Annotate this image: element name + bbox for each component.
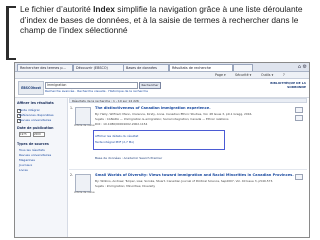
thumbnail-label: Article de revue xyxy=(74,124,95,127)
refine-sidebar: Affiner les résultats Texte intégral Réf… xyxy=(15,98,68,237)
browser-tab[interactable] xyxy=(233,64,253,71)
source-item[interactable]: Tous les résultats xyxy=(19,148,45,152)
result-item: 2. Article de revue Small Worlds of Dive… xyxy=(69,172,307,236)
source-item[interactable]: Livres xyxy=(19,168,28,172)
print-icon[interactable] xyxy=(295,115,303,121)
result-meta: By: Helly, Wilfried; Mann, Clarence, Kir… xyxy=(95,112,253,116)
result-subjects: Sujets : CANADA — Immigration & emigrati… xyxy=(95,117,229,121)
toolbar-help-icon[interactable]: ? xyxy=(283,73,285,77)
result-tools xyxy=(295,174,303,182)
sidebar-item-full-text[interactable]: Texte intégral xyxy=(19,108,39,112)
caption-text: Le fichier d’autorité xyxy=(20,4,94,14)
sidebar-title: Affiner les résultats xyxy=(17,101,54,105)
browser-tab-active[interactable]: Résultats de recherche xyxy=(169,64,233,71)
screenshot-frame: Rechercher des termes p... Découvrir (EB… xyxy=(14,62,310,238)
result-meta: By: Wilkins, Andrew; Tuliper, Lisa; Soro… xyxy=(95,179,274,183)
browser-tab[interactable]: Bases de données xyxy=(123,64,169,71)
add-to-folder-icon[interactable] xyxy=(295,174,303,180)
sidebar-item-references[interactable]: Références disponibles xyxy=(19,113,54,117)
result-number: 2. xyxy=(70,173,74,177)
highlight-box xyxy=(93,130,225,150)
page-header: EBSCOhost Immigration Rechercher Recherc… xyxy=(15,79,309,98)
source-item[interactable]: Journaux xyxy=(19,163,32,167)
year-to-input[interactable]: 2009 xyxy=(33,132,45,137)
visual-search-link[interactable]: Recherche visuelle xyxy=(77,89,105,93)
bracket-decoration xyxy=(6,58,16,60)
add-to-folder-icon[interactable] xyxy=(295,107,303,113)
article-thumbnail-icon xyxy=(75,107,91,125)
article-thumbnail-icon xyxy=(75,174,91,192)
result-number: 1. xyxy=(70,106,74,110)
library-name: BIBLIOTHÈQUE DE LA SORBONNE xyxy=(270,81,306,89)
source-item[interactable]: Revues universitaires xyxy=(19,153,51,157)
result-subjects: Sujets : Immigration; Minorities; Divers… xyxy=(95,184,156,188)
browser-tab[interactable]: Découvrir (EBSCO) xyxy=(73,64,124,71)
search-links: Recherche avancée · Recherche visuelle ·… xyxy=(45,89,148,93)
ebsco-logo: EBSCOhost xyxy=(18,81,44,95)
browser-tab[interactable]: Rechercher des termes p... xyxy=(17,64,73,71)
slide: Le fichier d’autorité Index simplifie la… xyxy=(0,0,320,240)
result-tools xyxy=(295,107,303,123)
browser-toolbar: Page ▾ Sécurité ▾ Outils ▾ ? xyxy=(15,72,309,79)
results-area: Résultats de la recherche : 1 - 10 sur 1… xyxy=(69,98,307,237)
sidebar-date-label: Date de publication xyxy=(17,126,54,130)
browser-tab-bar: Rechercher des termes p... Découvrir (EB… xyxy=(15,63,309,72)
history-link[interactable]: Historique de la recherche xyxy=(108,89,148,93)
caption-bold: Index xyxy=(93,4,115,14)
sidebar-item-scholarly[interactable]: Revues universitaires xyxy=(19,118,51,122)
advanced-search-link[interactable]: Recherche avancée xyxy=(45,89,74,93)
results-count-bar: Résultats de la recherche : 1 - 10 sur 1… xyxy=(69,98,307,103)
toolbar-page-menu[interactable]: Page ▾ xyxy=(215,73,226,77)
sidebar-source-title: Types de sources xyxy=(17,142,49,146)
toolbar-security-menu[interactable]: Sécurité ▾ xyxy=(235,73,251,77)
browser-home-icon[interactable]: ⌂ ⚙ xyxy=(298,64,307,70)
toolbar-tools-menu[interactable]: Outils ▾ xyxy=(261,73,273,77)
result-title-link[interactable]: Small Worlds of Diversity: Views toward … xyxy=(95,173,294,177)
result-item: 1. Article de revue The distinctiveness … xyxy=(69,105,307,170)
thumbnail-label: Article de revue xyxy=(74,191,95,194)
source-item[interactable]: Magazines xyxy=(19,158,35,162)
result-title-link[interactable]: The distinctiveness of Canadian immigrat… xyxy=(95,106,211,110)
year-from-input[interactable]: 1975 xyxy=(19,132,31,137)
slide-caption: Le fichier d’autorité Index simplifie la… xyxy=(20,4,312,36)
result-doi: DOI : 10.1080/00001002.2002.1154 xyxy=(95,122,148,126)
search-button[interactable]: Rechercher xyxy=(139,82,161,89)
search-input[interactable]: Immigration xyxy=(45,82,138,89)
bracket-decoration xyxy=(6,6,9,60)
database-provider: Base de données : Academic Search Premie… xyxy=(95,156,163,160)
